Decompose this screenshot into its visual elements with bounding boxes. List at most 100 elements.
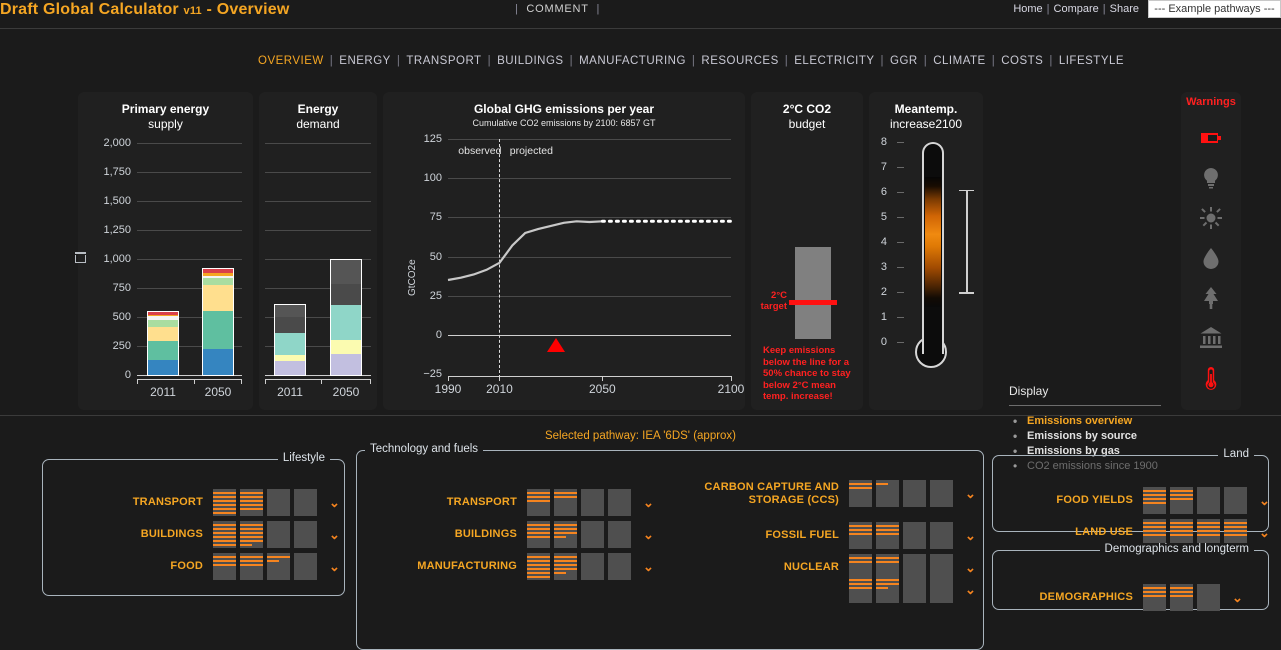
lever-group-lifestyle: Lifestyle TRANSPORT ⌄ BUILDINGS ⌄ FOOD ⌄ — [42, 452, 345, 596]
energy-demand-panel: Energy demand 2011 2050 — [259, 92, 377, 410]
lever-expand-chevron[interactable]: ⌄ — [329, 560, 340, 573]
lever-expand-chevron[interactable]: ⌄ — [965, 561, 976, 574]
lever-box[interactable] — [581, 553, 604, 580]
thermometer-tick — [897, 267, 904, 268]
lever-bar — [554, 528, 577, 530]
lever-box[interactable] — [1197, 487, 1220, 514]
lever-boxes — [213, 521, 317, 548]
lever-box[interactable] — [527, 489, 550, 516]
lever-bar — [213, 556, 236, 558]
year-marker-triangle[interactable] — [547, 337, 566, 352]
lever-box[interactable] — [1197, 584, 1220, 611]
lever-box[interactable] — [876, 576, 899, 603]
comment-link[interactable]: COMMENT — [526, 3, 588, 15]
lever-expand-chevron[interactable]: ⌄ — [965, 487, 976, 500]
lever-box[interactable] — [1170, 584, 1193, 611]
tree-icon[interactable] — [1181, 278, 1241, 318]
header-link-compare[interactable]: Compare — [1054, 3, 1099, 15]
lever-box[interactable] — [213, 553, 236, 580]
lever-box[interactable] — [1170, 487, 1193, 514]
lever-expand-chevron[interactable]: ⌄ — [965, 583, 976, 596]
lever-expand-chevron[interactable]: ⌄ — [1232, 591, 1243, 604]
lever-box[interactable] — [554, 553, 577, 580]
nav-item-overview[interactable]: OVERVIEW — [258, 55, 324, 67]
lever-box[interactable] — [1143, 519, 1166, 546]
lever-expand-chevron[interactable]: ⌄ — [643, 528, 654, 541]
lever-box[interactable] — [903, 480, 926, 507]
nav-item-manufacturing[interactable]: MANUFACTURING — [579, 55, 686, 67]
lever-box[interactable] — [294, 489, 317, 516]
lever-expand-chevron[interactable]: ⌄ — [329, 496, 340, 509]
lever-box[interactable] — [213, 489, 236, 516]
lever-group-legend-land: Land — [1218, 448, 1254, 460]
lever-box[interactable] — [608, 489, 631, 516]
lever-box[interactable] — [1224, 487, 1247, 514]
lever-expand-chevron[interactable]: ⌄ — [643, 560, 654, 573]
bank-icon[interactable] — [1181, 318, 1241, 358]
thermometer-icon[interactable] — [1181, 358, 1241, 398]
thermometer-tick — [897, 142, 904, 143]
lever-box[interactable] — [240, 521, 263, 548]
lever-box[interactable] — [554, 521, 577, 548]
lever-box[interactable] — [294, 553, 317, 580]
lever-box[interactable] — [1197, 519, 1220, 546]
lever-box[interactable] — [267, 521, 290, 548]
nav-item-energy[interactable]: ENERGY — [339, 55, 391, 67]
y-axis-tick-label: 750 — [112, 282, 131, 294]
lever-box[interactable] — [903, 576, 926, 603]
nav-item-costs[interactable]: COSTS — [1001, 55, 1043, 67]
lever-box[interactable] — [1143, 584, 1166, 611]
ghg-plot-area: −25 0 25 50 75 100 125 GtCO2e 1990 2010 2050 2100 ob… — [383, 92, 745, 410]
lever-box[interactable] — [240, 553, 263, 580]
lever-box[interactable] — [240, 489, 263, 516]
lightbulb-icon[interactable] — [1181, 158, 1241, 198]
lever-box[interactable] — [213, 521, 236, 548]
lever-expand-chevron[interactable]: ⌄ — [1259, 526, 1270, 539]
lever-box[interactable] — [903, 522, 926, 549]
lever-expand-chevron[interactable]: ⌄ — [643, 496, 654, 509]
x-axis-tick — [241, 379, 242, 384]
nav-item-ggr[interactable]: GGR — [890, 55, 918, 67]
lever-box[interactable] — [267, 489, 290, 516]
lever-box[interactable] — [849, 576, 872, 603]
header-link-home[interactable]: Home — [1013, 3, 1042, 15]
display-option-0[interactable]: Emissions overview — [1009, 414, 1158, 429]
lever-row: MANUFACTURING ⌄ — [367, 553, 654, 580]
lever-expand-chevron[interactable]: ⌄ — [1259, 494, 1270, 507]
lever-box[interactable] — [930, 480, 953, 507]
droplet-icon[interactable] — [1181, 238, 1241, 278]
lever-box[interactable] — [608, 521, 631, 548]
nav-item-lifestyle[interactable]: LIFESTYLE — [1059, 55, 1124, 67]
lever-box[interactable] — [554, 489, 577, 516]
lever-box[interactable] — [849, 522, 872, 549]
lever-box[interactable] — [294, 521, 317, 548]
lever-box[interactable] — [876, 522, 899, 549]
lever-box[interactable] — [527, 553, 550, 580]
lever-expand-chevron[interactable]: ⌄ — [329, 528, 340, 541]
lever-box[interactable] — [876, 480, 899, 507]
sun-icon[interactable] — [1181, 198, 1241, 238]
header-link-share[interactable]: Share — [1110, 3, 1139, 15]
battery-icon[interactable] — [1181, 118, 1241, 158]
lever-box[interactable] — [1170, 519, 1193, 546]
example-pathways-select[interactable]: --- Example pathways --- — [1148, 0, 1281, 18]
nav-item-buildings[interactable]: BUILDINGS — [497, 55, 564, 67]
nav-item-electricity[interactable]: ELECTRICITY — [794, 55, 874, 67]
lever-box[interactable] — [1224, 519, 1247, 546]
lever-box[interactable] — [267, 553, 290, 580]
thermometer-tick — [897, 342, 904, 343]
lever-box[interactable] — [527, 521, 550, 548]
lever-box[interactable] — [581, 489, 604, 516]
lever-box[interactable] — [930, 522, 953, 549]
nav-item-transport[interactable]: TRANSPORT — [406, 55, 481, 67]
lever-box[interactable] — [849, 480, 872, 507]
nav-item-climate[interactable]: CLIMATE — [933, 55, 986, 67]
nav-item-resources[interactable]: RESOURCES — [701, 55, 778, 67]
lever-box[interactable] — [930, 576, 953, 603]
energy-demand-chart: 2011 2050 — [259, 92, 377, 410]
lever-box[interactable] — [608, 553, 631, 580]
lever-bar — [240, 556, 263, 558]
lever-expand-chevron[interactable]: ⌄ — [965, 529, 976, 542]
lever-box[interactable] — [581, 521, 604, 548]
lever-box[interactable] — [1143, 487, 1166, 514]
